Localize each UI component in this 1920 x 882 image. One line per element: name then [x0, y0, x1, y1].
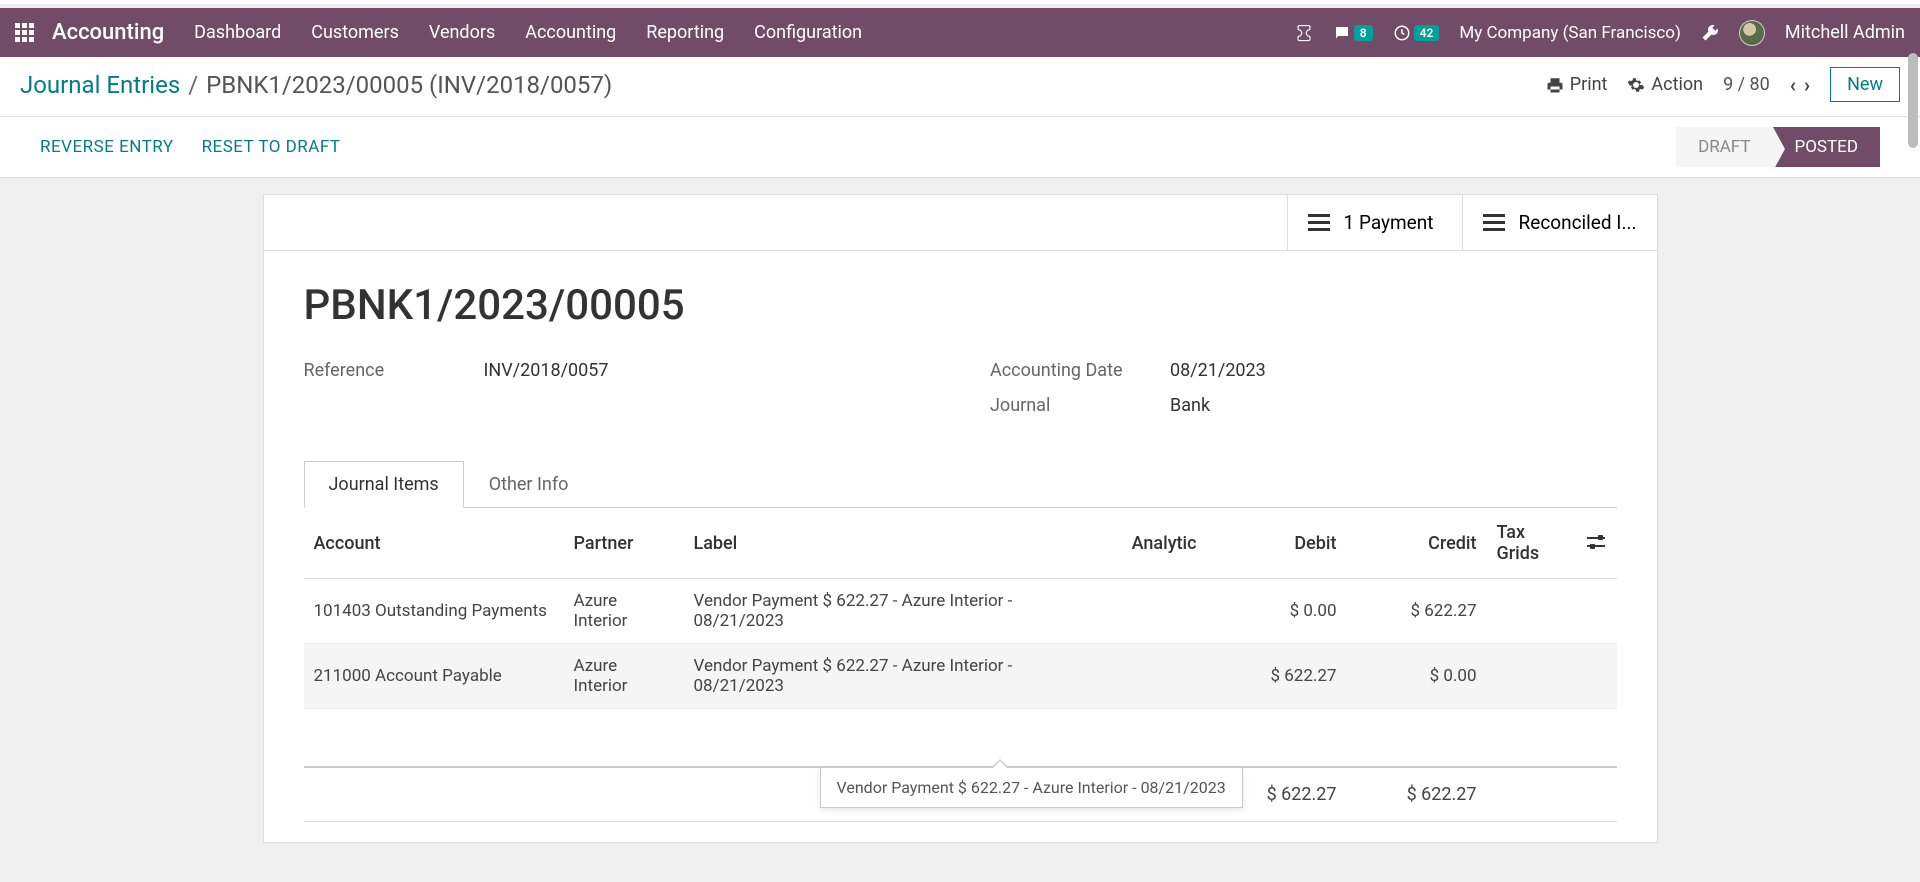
th-debit[interactable]: Debit — [1207, 508, 1347, 579]
messages-badge: 8 — [1354, 25, 1373, 41]
scrollbar[interactable] — [1908, 53, 1918, 148]
tab-journal-items[interactable]: Journal Items — [304, 461, 464, 508]
pager-prev-icon[interactable]: ‹ — [1790, 73, 1796, 97]
nav-accounting[interactable]: Accounting — [525, 22, 616, 43]
th-account[interactable]: Account — [304, 508, 564, 579]
state-draft[interactable]: DRAFT — [1676, 127, 1772, 167]
company-selector[interactable]: My Company (San Francisco) — [1459, 23, 1681, 43]
activities-badge: 42 — [1414, 25, 1440, 41]
phone-icon[interactable] — [1295, 24, 1313, 42]
reset-to-draft-button[interactable]: RESET TO DRAFT — [202, 137, 341, 157]
messages-icon[interactable]: 8 — [1333, 24, 1373, 42]
th-tax-grids[interactable]: Tax Grids — [1487, 508, 1577, 579]
debug-icon[interactable] — [1701, 24, 1719, 42]
accounting-date-label: Accounting Date — [990, 360, 1170, 381]
print-button[interactable]: Print — [1546, 74, 1608, 95]
breadcrumb-sep: / — [188, 71, 198, 99]
reverse-entry-button[interactable]: REVERSE ENTRY — [40, 137, 174, 157]
reconciled-stat-button[interactable]: Reconciled I... — [1462, 195, 1657, 250]
nav-vendors[interactable]: Vendors — [429, 22, 495, 43]
nav-reporting[interactable]: Reporting — [646, 22, 724, 43]
state-posted[interactable]: POSTED — [1773, 127, 1880, 167]
tab-other-info[interactable]: Other Info — [464, 461, 594, 508]
th-analytic[interactable]: Analytic — [1087, 508, 1207, 579]
pager-next-icon[interactable]: › — [1804, 73, 1810, 97]
control-bar: Journal Entries / PBNK1/2023/00005 (INV/… — [0, 53, 1920, 117]
table-spacer — [304, 709, 1617, 767]
top-nav: Accounting Dashboard Customers Vendors A… — [0, 8, 1920, 57]
new-button[interactable]: New — [1830, 67, 1900, 102]
status-bar: REVERSE ENTRY RESET TO DRAFT DRAFT POSTE… — [0, 117, 1920, 178]
accounting-date-value[interactable]: 08/21/2023 — [1170, 360, 1266, 381]
payment-stat-button[interactable]: 1 Payment — [1287, 195, 1462, 250]
apps-icon[interactable] — [15, 23, 34, 42]
nav-customers[interactable]: Customers — [311, 22, 399, 43]
button-box: 1 Payment Reconciled I... — [264, 195, 1657, 251]
table-row[interactable]: 101403 Outstanding Payments Azure Interi… — [304, 579, 1617, 644]
pager-count[interactable]: 9 / 80 — [1723, 74, 1770, 95]
avatar[interactable] — [1739, 20, 1765, 46]
action-button[interactable]: Action — [1627, 74, 1703, 95]
activities-icon[interactable]: 42 — [1393, 24, 1440, 42]
table-row[interactable]: 211000 Account Payable Azure Interior Ve… — [304, 644, 1617, 709]
user-menu[interactable]: Mitchell Admin — [1785, 22, 1905, 43]
nav-dashboard[interactable]: Dashboard — [194, 22, 281, 43]
total-credit: $ 622.27 — [1347, 767, 1487, 822]
list-icon — [1483, 214, 1505, 231]
reference-value[interactable]: INV/2018/0057 — [484, 360, 609, 381]
entry-title: PBNK1/2023/00005 — [304, 281, 1617, 330]
tabs: Journal Items Other Info — [304, 460, 1617, 508]
list-icon — [1308, 214, 1330, 231]
breadcrumb: Journal Entries / PBNK1/2023/00005 (INV/… — [20, 71, 612, 99]
nav-configuration[interactable]: Configuration — [754, 22, 862, 43]
th-label[interactable]: Label — [684, 508, 1087, 579]
th-credit[interactable]: Credit — [1347, 508, 1487, 579]
columns-settings-icon[interactable] — [1577, 508, 1617, 579]
form-sheet: 1 Payment Reconciled I... PBNK1/2023/000… — [263, 194, 1658, 843]
nav-menu: Dashboard Customers Vendors Accounting R… — [194, 22, 862, 43]
th-partner[interactable]: Partner — [564, 508, 684, 579]
reference-label: Reference — [304, 360, 484, 381]
breadcrumb-root[interactable]: Journal Entries — [20, 71, 180, 99]
label-tooltip: Vendor Payment $ 622.27 - Azure Interior… — [820, 767, 1243, 808]
app-title[interactable]: Accounting — [52, 20, 164, 45]
journal-label: Journal — [990, 395, 1170, 416]
breadcrumb-current: PBNK1/2023/00005 (INV/2018/0057) — [206, 71, 612, 99]
journal-value[interactable]: Bank — [1170, 395, 1210, 416]
